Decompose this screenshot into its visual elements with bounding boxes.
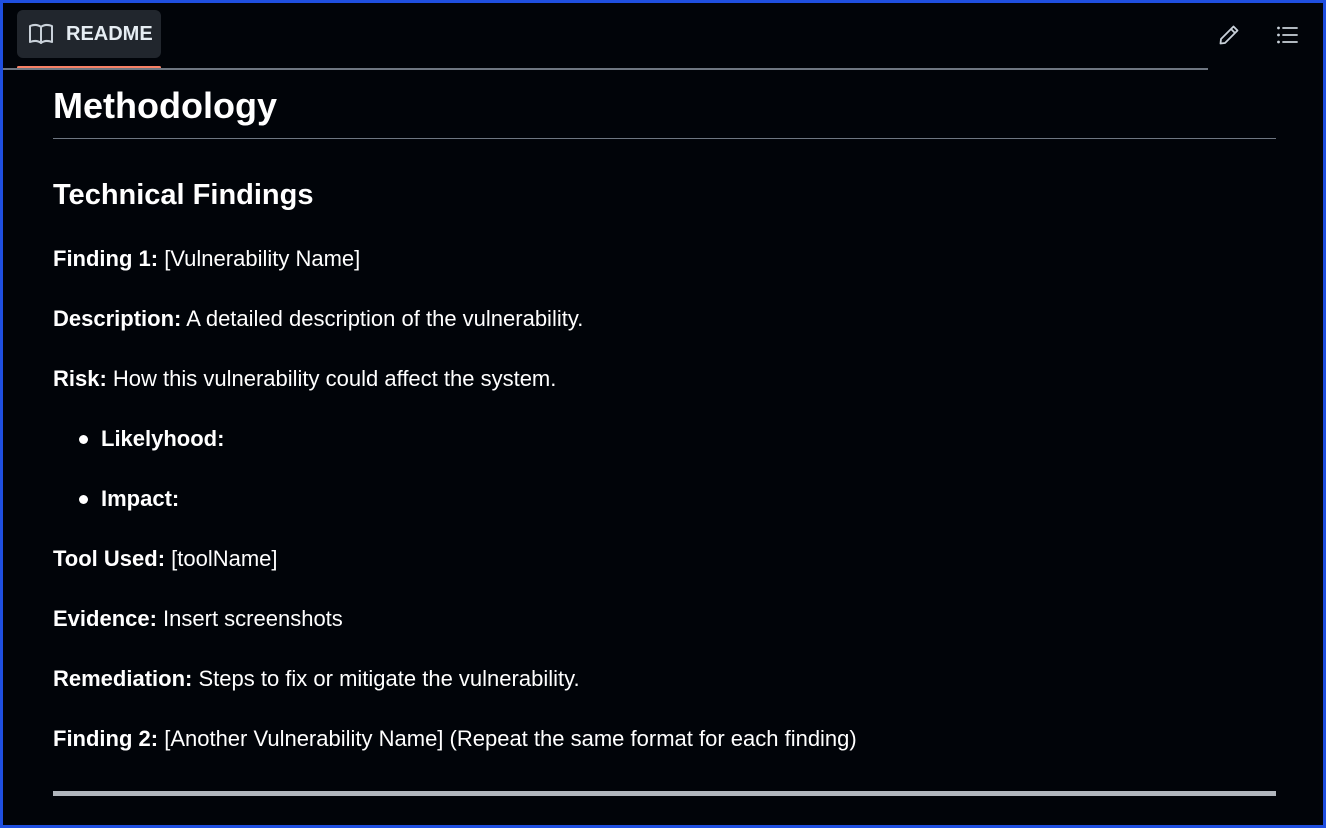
heading-methodology: Methodology [53,71,1276,139]
toolbar-divider [3,68,1208,70]
finding-2-label: Finding 2: [53,726,159,751]
remediation-line: Remediation: Steps to fix or mitigate th… [53,665,1276,693]
description-label: Description: [53,306,182,331]
pencil-icon [1219,25,1239,45]
tool-used-label: Tool Used: [53,546,166,571]
markdown-body: Methodology Technical Findings Finding 1… [53,71,1276,796]
list-item-likelihood: Likelyhood: [79,425,1276,453]
readme-tab-label: README [66,22,153,45]
table-of-contents-button[interactable] [1271,19,1303,51]
finding-1-line: Finding 1: [Vulnerability Name] [53,245,1276,273]
finding-2-value: [Another Vulnerability Name] (Repeat the… [158,726,857,751]
evidence-line: Evidence: Insert screenshots [53,605,1276,633]
description-value: A detailed description of the vulnerabil… [181,306,584,331]
tool-used-value: [toolName] [165,546,278,571]
risk-label: Risk: [53,366,107,391]
evidence-value: Insert screenshots [156,606,343,631]
remediation-label: Remediation: [53,666,193,691]
finding-1-value: [Vulnerability Name] [158,246,361,271]
readme-tab[interactable]: README [17,10,161,58]
remediation-value: Steps to fix or mitigate the vulnerabili… [192,666,580,691]
description-line: Description: A detailed description of t… [53,305,1276,333]
readme-panel: README Methodology Technical Findings Fi… [0,0,1326,828]
edit-button[interactable] [1213,19,1245,51]
horizontal-rule [53,791,1276,796]
list-icon [1277,26,1298,44]
finding-1-label: Finding 1: [53,246,159,271]
readme-toolbar: README [3,3,1323,71]
risk-line: Risk: How this vulnerability could affec… [53,365,1276,393]
heading-technical-findings: Technical Findings [53,179,314,211]
list-item-impact: Impact: [79,485,1276,513]
risk-value: How this vulnerability could affect the … [106,366,557,391]
risk-bullet-list: Likelyhood: Impact: [53,425,1276,513]
tool-used-line: Tool Used: [toolName] [53,545,1276,573]
finding-2-line: Finding 2: [Another Vulnerability Name] … [53,725,1276,753]
evidence-label: Evidence: [53,606,157,631]
book-icon [29,23,53,44]
